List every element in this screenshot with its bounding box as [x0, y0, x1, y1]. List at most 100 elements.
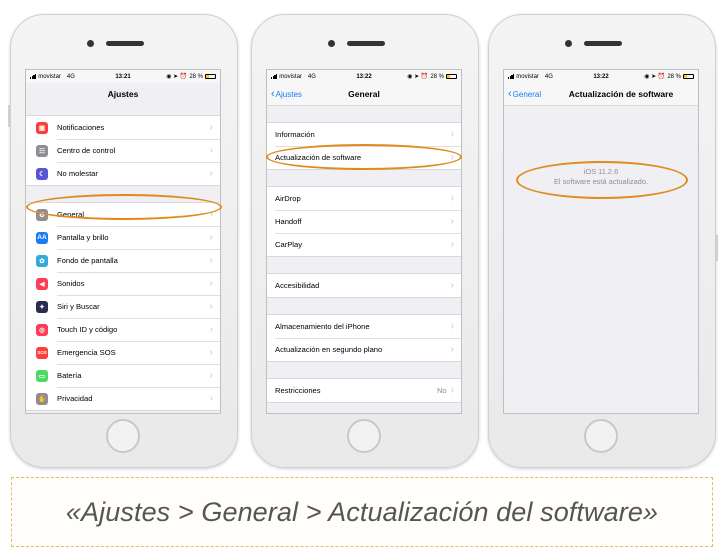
- general-row-handoff[interactable]: Handoff ›: [267, 210, 461, 233]
- row-label: Notificaciones: [57, 123, 105, 132]
- display-icon: AA: [36, 231, 48, 244]
- row-label: Actualización de software: [275, 153, 362, 162]
- row-label: Pantalla y brillo: [57, 233, 109, 242]
- status-time: 13:21: [115, 73, 131, 80]
- phone-ajustes: movistar 4G 13:21 ◉ ➤ ⏰ 28 % Ajustes ▣ N…: [8, 14, 238, 468]
- chevron-right-icon: ›: [450, 192, 454, 204]
- settings-row-pantalla[interactable]: AA Pantalla y brillo ›: [26, 226, 220, 249]
- general-group-5: Restricciones No ›: [267, 378, 461, 403]
- general-row-carplay[interactable]: CarPlay ›: [267, 233, 461, 256]
- row-label: AirDrop: [275, 194, 301, 203]
- chevron-right-icon: ›: [209, 144, 213, 156]
- chevron-right-icon: ›: [450, 320, 454, 332]
- chevron-right-icon: ›: [209, 167, 213, 179]
- general-row-accesibilidad[interactable]: Accesibilidad ›: [267, 274, 461, 297]
- general-row-airdrop[interactable]: AirDrop ›: [267, 187, 461, 210]
- settings-row-fondo[interactable]: ✿ Fondo de pantalla ›: [26, 249, 220, 272]
- home-button[interactable]: [584, 419, 618, 453]
- row-label: Accesibilidad: [275, 281, 320, 290]
- general-row-almacenamiento[interactable]: Almacenamiento del iPhone ›: [267, 315, 461, 338]
- back-button[interactable]: ‹ General: [508, 88, 542, 100]
- chevron-right-icon: ›: [209, 277, 213, 289]
- battery-label: 28 %: [430, 73, 444, 80]
- row-label: Almacenamiento del iPhone: [275, 322, 370, 331]
- back-label: General: [512, 89, 542, 99]
- power-button: [715, 235, 718, 261]
- row-label: Centro de control: [57, 146, 116, 155]
- general-row-segundo-plano[interactable]: Actualización en segundo plano ›: [267, 338, 461, 361]
- row-label: General: [57, 210, 85, 219]
- notifications-icon: ▣: [36, 121, 48, 134]
- gear-icon: ⚙: [36, 208, 48, 221]
- chevron-right-icon: ›: [450, 384, 454, 396]
- general-row-restricciones[interactable]: Restricciones No ›: [267, 379, 461, 402]
- row-label: Handoff: [275, 217, 302, 226]
- row-label: Touch ID y código: [57, 325, 118, 334]
- status-bar: movistar 4G 13:21 ◉ ➤ ⏰ 28 %: [26, 70, 220, 83]
- general-group-1: Información › Actualización de software …: [267, 122, 461, 170]
- battery-indicator-icon: [205, 74, 216, 79]
- hand-icon: ✋: [36, 392, 48, 405]
- front-camera: [565, 40, 572, 47]
- settings-row-no-molestar[interactable]: ☾ No molestar ›: [26, 162, 220, 185]
- settings-row-sos[interactable]: SOS Emergencia SOS ›: [26, 341, 220, 364]
- nav-bar: ‹ Ajustes General: [267, 83, 461, 106]
- earpiece-speaker: [347, 41, 385, 46]
- siri-icon: ✦: [36, 300, 48, 313]
- settings-row-siri[interactable]: ✦ Siri y Buscar ›: [26, 295, 220, 318]
- home-button[interactable]: [347, 419, 381, 453]
- page-title: General: [348, 89, 380, 99]
- volume-button: [8, 105, 11, 127]
- chevron-right-icon: ›: [209, 231, 213, 243]
- home-button[interactable]: [106, 419, 140, 453]
- row-label: No molestar: [57, 169, 98, 178]
- chevron-left-icon: ‹: [508, 88, 512, 100]
- back-label: Ajustes: [275, 89, 302, 99]
- settings-row-sonidos[interactable]: ◀ Sonidos ›: [26, 272, 220, 295]
- caption-text: «Ajustes > General > Actualización del s…: [65, 496, 659, 527]
- back-button[interactable]: ‹ Ajustes: [271, 88, 302, 100]
- signal-icon: [508, 74, 515, 79]
- update-message: El software está actualizado.: [553, 177, 649, 186]
- ios-version: iOS 11.2.6: [583, 167, 619, 176]
- row-label: CarPlay: [275, 240, 303, 249]
- chevron-right-icon: ›: [209, 346, 213, 358]
- settings-row-centro-de-control[interactable]: ☷ Centro de control ›: [26, 139, 220, 162]
- general-group-3: Accesibilidad ›: [267, 273, 461, 298]
- phone-actualizacion: movistar 4G 13:22 ◉ ➤ ⏰ 28 % ‹ General Ac…: [488, 14, 718, 468]
- settings-row-notificaciones[interactable]: ▣ Notificaciones ›: [26, 116, 220, 139]
- page-title: Actualización de software: [568, 89, 674, 99]
- general-row-informacion[interactable]: Información ›: [267, 123, 461, 146]
- caption-box: «Ajustes > General > Actualización del s…: [11, 477, 713, 547]
- chevron-left-icon: ‹: [271, 88, 275, 100]
- sos-icon: SOS: [36, 346, 48, 359]
- battery-label: 28 %: [667, 73, 681, 80]
- phone-general: movistar 4G 13:22 ◉ ➤ ⏰ 28 % ‹ Ajustes Ge…: [251, 14, 479, 468]
- carrier-label: movistar: [516, 73, 539, 80]
- row-label: Fondo de pantalla: [57, 256, 118, 265]
- general-group-4: Almacenamiento del iPhone › Actualizació…: [267, 314, 461, 362]
- battery-indicator-icon: [446, 74, 457, 79]
- nav-bar: ‹ General Actualización de software: [504, 83, 698, 106]
- settings-row-privacidad[interactable]: ✋ Privacidad ›: [26, 387, 220, 410]
- earpiece-speaker: [584, 41, 622, 46]
- row-label: Información: [275, 130, 315, 139]
- general-row-actualizacion-software[interactable]: Actualización de software ›: [267, 146, 461, 169]
- wallpaper-icon: ✿: [36, 254, 48, 267]
- battery-indicator-icon: [683, 74, 694, 79]
- screen-general: movistar 4G 13:22 ◉ ➤ ⏰ 28 % ‹ Ajustes Ge…: [266, 69, 462, 414]
- settings-row-touch-id[interactable]: ◎ Touch ID y código ›: [26, 318, 220, 341]
- settings-row-bateria[interactable]: ▭ Batería ›: [26, 364, 220, 387]
- chevron-right-icon: ›: [450, 238, 454, 250]
- chevron-right-icon: ›: [209, 323, 213, 335]
- control-center-icon: ☷: [36, 144, 48, 157]
- network-label: 4G: [307, 73, 316, 80]
- chevron-right-icon: ›: [450, 279, 454, 291]
- nav-bar: Ajustes: [26, 83, 220, 105]
- settings-row-general[interactable]: ⚙ General ›: [26, 203, 220, 226]
- status-time: 13:22: [356, 73, 372, 80]
- update-status: iOS 11.2.6 El software está actualizado.: [504, 167, 698, 187]
- battery-icon: ▭: [36, 369, 48, 382]
- chevron-right-icon: ›: [209, 208, 213, 220]
- chevron-right-icon: ›: [209, 300, 213, 312]
